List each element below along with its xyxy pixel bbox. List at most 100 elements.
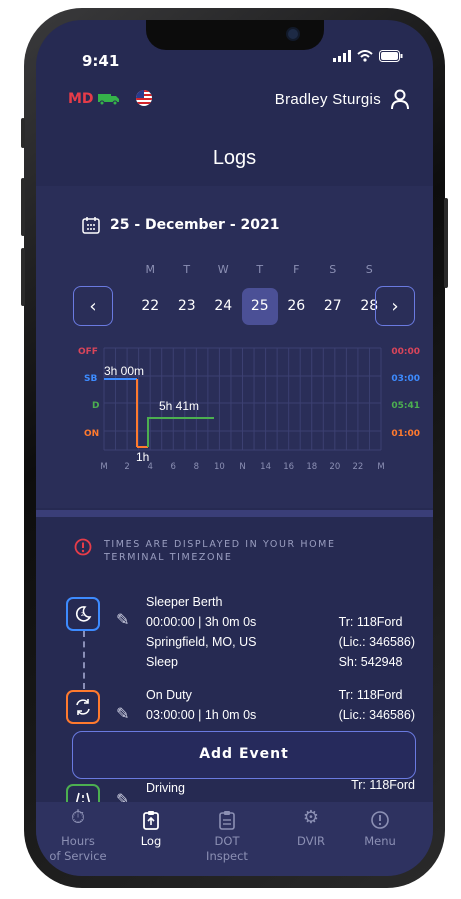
graph-x-tick: 16 [283,462,294,472]
truck-icon [98,94,119,105]
graph-total-sb: 03:00 [391,374,420,384]
event-truck: Tr: 118Ford [338,688,403,702]
user-name[interactable]: Bradley Sturgis [275,91,381,108]
sleeper-berth-event-icon[interactable]: z [66,597,100,631]
graph-annotation-on: 1h [136,450,149,464]
section-divider [36,510,433,517]
weekday-name: M [145,263,156,276]
event-license: (Lic.: 346586) [338,635,415,649]
signal-icon [333,50,351,62]
next-week-button[interactable]: › [375,286,415,326]
prev-week-button[interactable]: ‹ [73,286,113,326]
graph-annotation-d: 5h 41m [159,399,199,413]
tab-label: Log [140,834,162,848]
graph-x-tick: 22 [353,462,364,472]
calendar-icon [82,217,100,234]
chevron-left-icon: ‹ [89,295,97,317]
add-event-button[interactable]: Add Event [72,731,416,779]
graph-label-off: OFF [78,347,98,357]
graph-annotation-sb: 3h 00m [104,364,144,378]
weekday-name: T [256,263,264,276]
weekday-name: T [183,263,191,276]
graph-x-tick: 18 [306,462,317,472]
tab-log[interactable]: Log [111,810,191,849]
graph-x-tick: M [100,462,107,472]
date-cell[interactable]: 22 [132,288,169,325]
graph-label-d: D [92,401,99,411]
weekday-name: S [365,263,373,276]
timeline-connector [83,631,85,689]
state-code: MD [68,91,94,107]
date-cell[interactable]: 24 [205,288,242,325]
event-status: Driving [146,781,185,795]
graph-x-tick: 2 [124,462,129,472]
event-vehicle-info: Tr: 118Ford (Lic.: 346586) Sh: 542948 [339,612,415,672]
page-title: Logs [212,147,257,169]
date-selector[interactable]: 25 - December - 2021 [82,216,279,234]
event-details[interactable]: Sleeper Berth 00:00:00 | 3h 0m 0s Spring… [146,592,256,672]
svg-text:z: z [81,611,84,618]
event-truck: Tr: 118Ford [338,615,403,629]
us-flag-icon [136,90,152,106]
tab-label-line2: of Service [49,849,107,863]
duty-icon [76,699,90,715]
event-status: On Duty [146,688,192,702]
date-cell[interactable]: 23 [169,288,206,325]
event-vehicle-info: Tr: 118Ford (Lic.: 346586) [339,685,415,725]
notch [146,20,324,50]
graph-x-tick: N [239,462,245,472]
graph-total-off: 00:00 [391,347,420,357]
date-label: 25 - December - 2021 [110,217,280,233]
tab-dvir[interactable]: ⚙ DVIR [271,807,351,849]
event-status: Sleeper Berth [146,595,223,609]
tab-label: DOT [214,834,240,848]
event-time: 00:00:00 | 3h 0m 0s [146,615,257,629]
tab-label: Menu [364,834,396,848]
event-license: (Lic.: 346586) [338,708,415,722]
date-cell[interactable]: 26 [278,288,315,325]
tab-menu[interactable]: Menu [340,810,420,849]
weekday-name: W [217,263,229,276]
tab-label: DVIR [297,834,325,848]
status-time: 9:41 [82,52,120,70]
stopwatch-icon: ⏱ [70,807,86,828]
user-profile-icon[interactable] [389,88,411,110]
gear-icon: ⚙ [302,807,320,828]
event-shipment: Sh: 542948 [338,655,403,669]
graph-x-tick: 6 [171,462,176,472]
on-duty-event-icon[interactable] [66,690,100,724]
graph-x-tick: 8 [194,462,199,472]
battery-icon [379,50,403,62]
graph-x-tick: 20 [329,462,340,472]
tab-hours-of-service[interactable]: ⏱ Hours of Service [38,807,118,864]
event-time: 03:00:00 | 1h 0m 0s [146,708,257,722]
graph-x-tick: 14 [260,462,271,472]
tab-dot-inspect[interactable]: DOT Inspect [187,810,267,864]
moon-icon: z [75,606,92,622]
timezone-notice-text: TIMES ARE DISPLAYED IN YOUR HOME TERMINA… [104,539,336,563]
weekday-name: F [293,263,300,276]
edit-pencil-icon[interactable]: ✎ [116,610,129,629]
duty-status-graph: OFF SB D ON 00:00 03:00 05:41 01:00 M246… [78,347,420,472]
app-screen: 9:41 MD Bradley Sturgis Logs 25 - Decemb… [36,20,433,876]
timezone-notice: TIMES ARE DISPLAYED IN YOUR HOME TERMINA… [74,538,394,564]
log-upload-icon [111,810,191,834]
date-cell[interactable]: 27 [315,288,352,325]
wifi-icon [357,50,373,62]
edit-pencil-icon[interactable]: ✎ [116,704,129,723]
event-note: Sleep [146,655,178,669]
weekday-name: S [329,263,337,276]
chevron-right-icon: › [391,295,399,317]
info-circle-icon [340,810,420,834]
graph-label-on: ON [84,429,99,439]
clipboard-icon [187,810,267,834]
graph-total-on: 01:00 [391,429,420,439]
event-details[interactable]: Driving [146,778,185,798]
tab-label-line2: Inspect [206,849,248,863]
date-cell-selected[interactable]: 25 [241,288,278,325]
date-strip: 22 23 24 25 26 27 28 [132,288,388,325]
warning-icon [74,538,92,556]
event-details[interactable]: On Duty 03:00:00 | 1h 0m 0s [146,685,256,725]
graph-label-sb: SB [84,374,97,384]
phone-frame: 9:41 MD Bradley Sturgis Logs 25 - Decemb… [21,8,448,888]
